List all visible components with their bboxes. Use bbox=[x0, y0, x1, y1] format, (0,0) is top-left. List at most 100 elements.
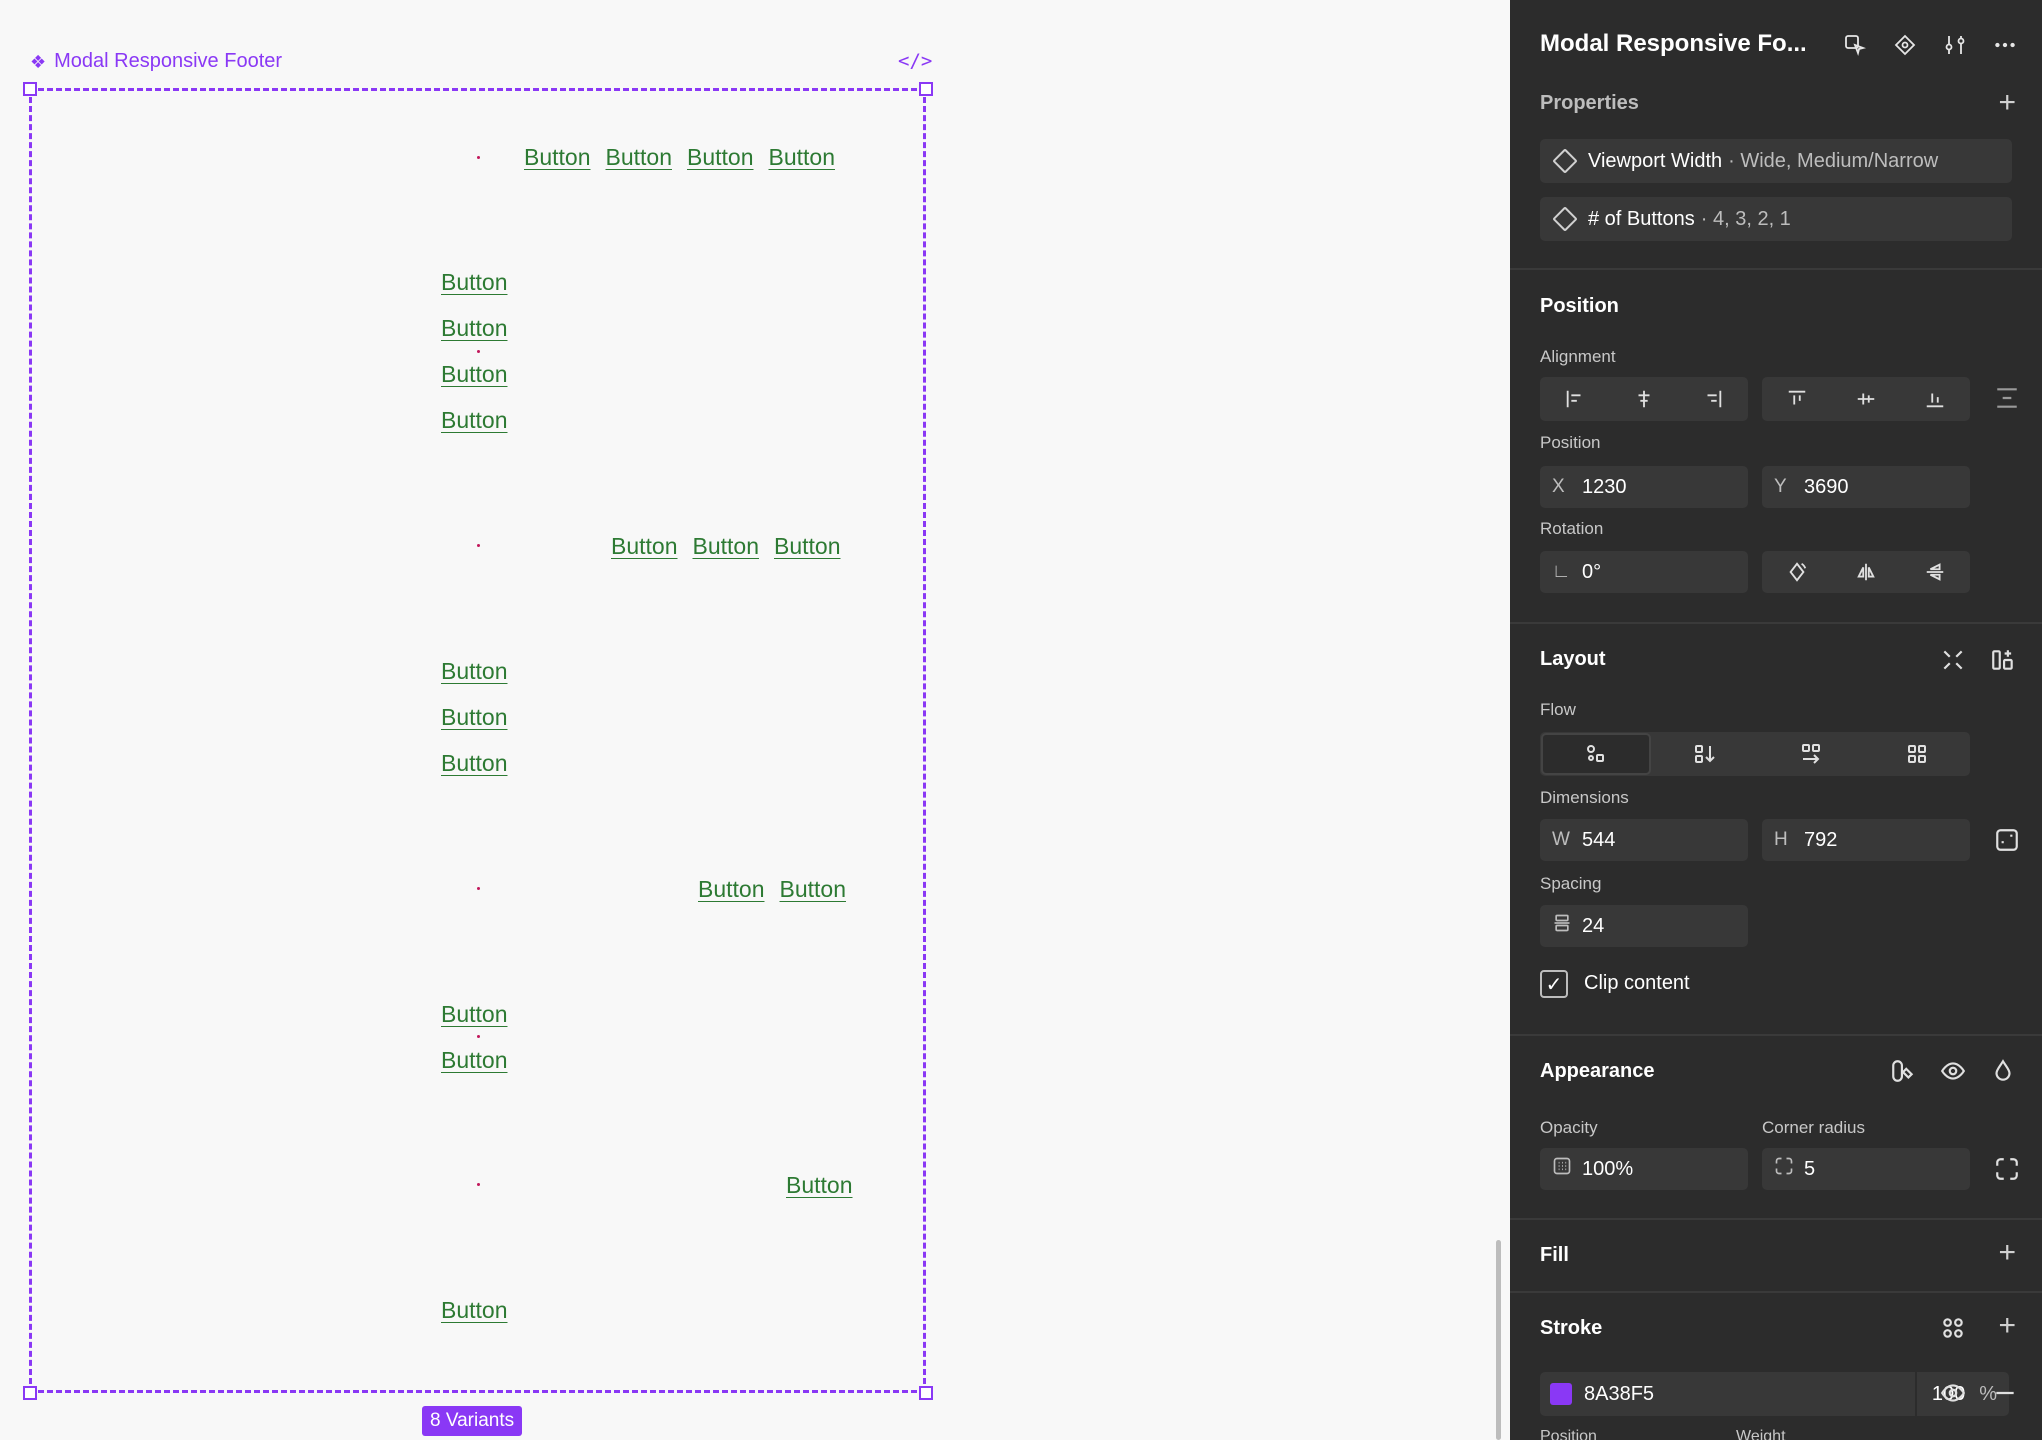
corner-radius-field[interactable]: 5 bbox=[1762, 1148, 1970, 1190]
resize-handle-top-right[interactable] bbox=[919, 82, 933, 96]
distribute-icon[interactable] bbox=[1994, 385, 2020, 417]
visibility-eye-icon[interactable] bbox=[1940, 1058, 1966, 1090]
spacing-field[interactable]: 24 bbox=[1540, 905, 1748, 947]
inspector-panel: Modal Responsive Fo... Properties + View… bbox=[1510, 0, 2042, 1440]
stroke-color-swatch[interactable] bbox=[1550, 1383, 1572, 1405]
component-set-name: Modal Responsive Footer bbox=[54, 50, 283, 72]
variant-property-icon bbox=[1552, 148, 1578, 174]
footer-button[interactable]: Button bbox=[769, 141, 836, 173]
flow-freeform-icon[interactable] bbox=[1541, 733, 1651, 775]
x-label: X bbox=[1552, 476, 1565, 497]
flow-grid-icon[interactable] bbox=[1864, 732, 1970, 776]
clip-content-label: Clip content bbox=[1584, 972, 1690, 994]
collapse-layout-icon[interactable] bbox=[1940, 647, 1966, 679]
clip-content-checkbox[interactable]: ✓ bbox=[1540, 970, 1568, 998]
variant-wide-3[interactable]: Button Button Button bbox=[611, 530, 841, 562]
canvas[interactable]: ❖ Modal Responsive Footer </> Button But… bbox=[0, 0, 1510, 1440]
width-field[interactable]: W 544 bbox=[1540, 819, 1748, 861]
property-value: · 4, 3, 2, 1 bbox=[1700, 207, 1791, 230]
variant-wide-2[interactable]: Button Button bbox=[698, 873, 846, 905]
property-number-of-buttons[interactable]: # of Buttons · 4, 3, 2, 1 bbox=[1540, 197, 2012, 241]
variant-wide-4[interactable]: Button Button Button Button bbox=[524, 141, 835, 173]
footer-button[interactable]: Button bbox=[524, 141, 591, 173]
align-center-vertical-icon[interactable] bbox=[1831, 377, 1900, 421]
alignment-label: Alignment bbox=[1540, 347, 1616, 366]
variant-wide-1[interactable]: Button bbox=[786, 1169, 853, 1201]
add-stroke-icon[interactable]: + bbox=[1998, 1311, 2016, 1341]
variants-badge[interactable]: 8 Variants bbox=[422, 1406, 523, 1436]
footer-button[interactable]: Button bbox=[441, 655, 508, 687]
footer-button[interactable]: Button bbox=[441, 1044, 508, 1076]
flip-horizontal-icon[interactable] bbox=[1831, 551, 1900, 593]
align-center-horizontal-icon[interactable] bbox=[1609, 377, 1678, 421]
resize-handle-bottom-right[interactable] bbox=[919, 1386, 933, 1400]
rotate-icon[interactable] bbox=[1762, 551, 1831, 593]
rotation-label: Rotation bbox=[1540, 519, 1604, 538]
footer-button[interactable]: Button bbox=[441, 701, 508, 733]
layout-grid-add-icon[interactable] bbox=[1990, 647, 2016, 679]
footer-button[interactable]: Button bbox=[441, 266, 508, 298]
corner-radius-label: Corner radius bbox=[1762, 1118, 1865, 1137]
y-label: Y bbox=[1774, 476, 1787, 497]
footer-button[interactable]: Button bbox=[786, 1169, 853, 1201]
flow-vertical-icon[interactable] bbox=[1652, 732, 1758, 776]
add-property-icon[interactable]: + bbox=[1998, 88, 2016, 118]
position-title: Position bbox=[1540, 295, 1619, 317]
stroke-visibility-eye-icon[interactable] bbox=[1940, 1380, 1966, 1412]
footer-button[interactable]: Button bbox=[687, 141, 754, 173]
flow-horizontal-icon[interactable] bbox=[1758, 732, 1864, 776]
align-bottom-icon[interactable] bbox=[1901, 377, 1970, 421]
variant-narrow-2[interactable]: Button Button bbox=[441, 998, 508, 1076]
stroke-color-field[interactable]: 8A38F5 bbox=[1540, 1372, 1915, 1416]
align-top-icon[interactable] bbox=[1762, 377, 1831, 421]
check-icon: ✓ bbox=[1545, 973, 1563, 996]
remove-stroke-icon[interactable] bbox=[1992, 1380, 2018, 1412]
select-matching-icon[interactable] bbox=[1840, 30, 1870, 60]
footer-button[interactable]: Button bbox=[441, 998, 508, 1030]
footer-button[interactable]: Button bbox=[441, 1294, 508, 1326]
adjust-icon[interactable] bbox=[1940, 30, 1970, 60]
independent-corners-icon[interactable] bbox=[1994, 1156, 2020, 1188]
component-set-label[interactable]: ❖ Modal Responsive Footer bbox=[30, 50, 282, 73]
rotation-field[interactable]: ∟ 0° bbox=[1540, 551, 1748, 593]
footer-button[interactable]: Button bbox=[780, 873, 847, 905]
properties-title: Properties bbox=[1540, 92, 1639, 114]
anchor-dot bbox=[477, 544, 480, 547]
height-field[interactable]: H 792 bbox=[1762, 819, 1970, 861]
rotation-icon: ∟ bbox=[1552, 561, 1571, 582]
footer-button[interactable]: Button bbox=[441, 404, 508, 436]
align-right-icon[interactable] bbox=[1679, 377, 1748, 421]
resize-handle-bottom-left[interactable] bbox=[23, 1386, 37, 1400]
more-icon[interactable] bbox=[1990, 30, 2020, 60]
styles-icon[interactable] bbox=[1940, 1315, 1966, 1347]
footer-button[interactable]: Button bbox=[698, 873, 765, 905]
code-icon[interactable]: </> bbox=[898, 50, 932, 72]
variant-narrow-4[interactable]: Button Button Button Button bbox=[441, 266, 508, 436]
x-field[interactable]: X 1230 bbox=[1540, 466, 1748, 508]
h-label: H bbox=[1774, 829, 1788, 850]
opacity-field[interactable]: 100% bbox=[1540, 1148, 1748, 1190]
opacity-icon bbox=[1552, 1156, 1582, 1182]
variant-narrow-1[interactable]: Button bbox=[441, 1294, 508, 1326]
component-icon[interactable] bbox=[1890, 30, 1920, 60]
flip-vertical-icon[interactable] bbox=[1901, 551, 1970, 593]
anchor-dot bbox=[477, 887, 480, 890]
footer-button[interactable]: Button bbox=[441, 312, 508, 344]
footer-button[interactable]: Button bbox=[441, 747, 508, 779]
footer-button[interactable]: Button bbox=[774, 530, 841, 562]
variant-narrow-3[interactable]: Button Button Button bbox=[441, 655, 508, 779]
variable-mode-icon[interactable] bbox=[1890, 1058, 1916, 1090]
resize-handle-top-left[interactable] bbox=[23, 82, 37, 96]
y-field[interactable]: Y 3690 bbox=[1762, 466, 1970, 508]
align-left-icon[interactable] bbox=[1540, 377, 1609, 421]
footer-button[interactable]: Button bbox=[606, 141, 673, 173]
resize-to-fit-icon[interactable] bbox=[1994, 827, 2020, 859]
property-value: · Wide, Medium/Narrow bbox=[1728, 149, 1939, 172]
footer-button[interactable]: Button bbox=[693, 530, 760, 562]
add-fill-icon[interactable]: + bbox=[1998, 1238, 2016, 1268]
canvas-scrollbar[interactable] bbox=[1496, 1240, 1501, 1440]
property-viewport-width[interactable]: Viewport Width · Wide, Medium/Narrow bbox=[1540, 139, 2012, 183]
blend-mode-drop-icon[interactable] bbox=[1990, 1058, 2016, 1090]
footer-button[interactable]: Button bbox=[441, 358, 508, 390]
footer-button[interactable]: Button bbox=[611, 530, 678, 562]
